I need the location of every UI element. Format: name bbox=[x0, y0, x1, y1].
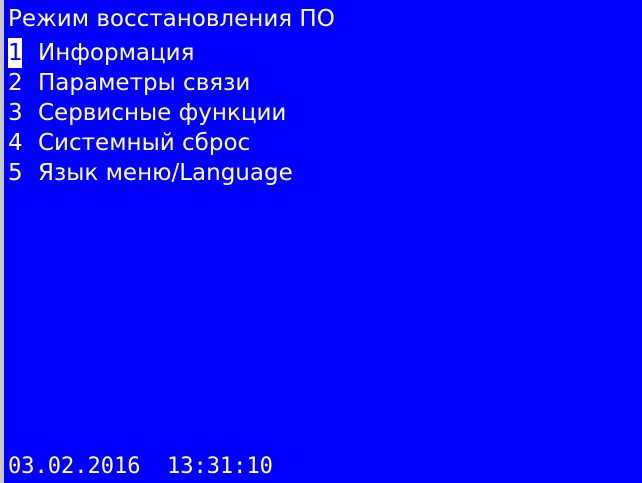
left-border bbox=[0, 0, 4, 483]
menu-item-language[interactable]: 5 Язык меню/Language bbox=[8, 158, 293, 188]
menu-item-system-reset[interactable]: 4 Системный сброс bbox=[8, 128, 293, 158]
menu-item-connection-settings[interactable]: 2 Параметры связи bbox=[8, 68, 293, 98]
recovery-screen: Режим восстановления ПО 1 Информация 2 Пар… bbox=[0, 0, 642, 483]
menu-item-number: 3 bbox=[8, 100, 23, 126]
menu-item-label: Информация bbox=[38, 40, 195, 66]
menu-item-number: 5 bbox=[8, 160, 23, 186]
menu-item-number: 2 bbox=[8, 70, 23, 96]
menu-item-label: Язык меню/Language bbox=[38, 160, 293, 186]
menu-item-number: 1 bbox=[8, 38, 23, 68]
status-date: 03.02.2016 bbox=[8, 454, 141, 479]
menu-item-service-functions[interactable]: 3 Сервисные функции bbox=[8, 98, 293, 128]
menu-item-number: 4 bbox=[8, 130, 23, 156]
recovery-menu: 1 Информация 2 Параметры связи 3 Сервисные … bbox=[8, 38, 293, 188]
menu-item-label: Сервисные функции bbox=[38, 100, 287, 126]
screen-title: Режим восстановления ПО bbox=[8, 6, 335, 32]
menu-item-label: Системный сброс bbox=[38, 130, 251, 156]
menu-item-label: Параметры связи bbox=[38, 70, 251, 96]
menu-item-information[interactable]: 1 Информация bbox=[8, 38, 293, 68]
status-time: 13:31:10 bbox=[166, 454, 273, 479]
status-bar: 03.02.2016 13:31:10 bbox=[8, 452, 273, 482]
